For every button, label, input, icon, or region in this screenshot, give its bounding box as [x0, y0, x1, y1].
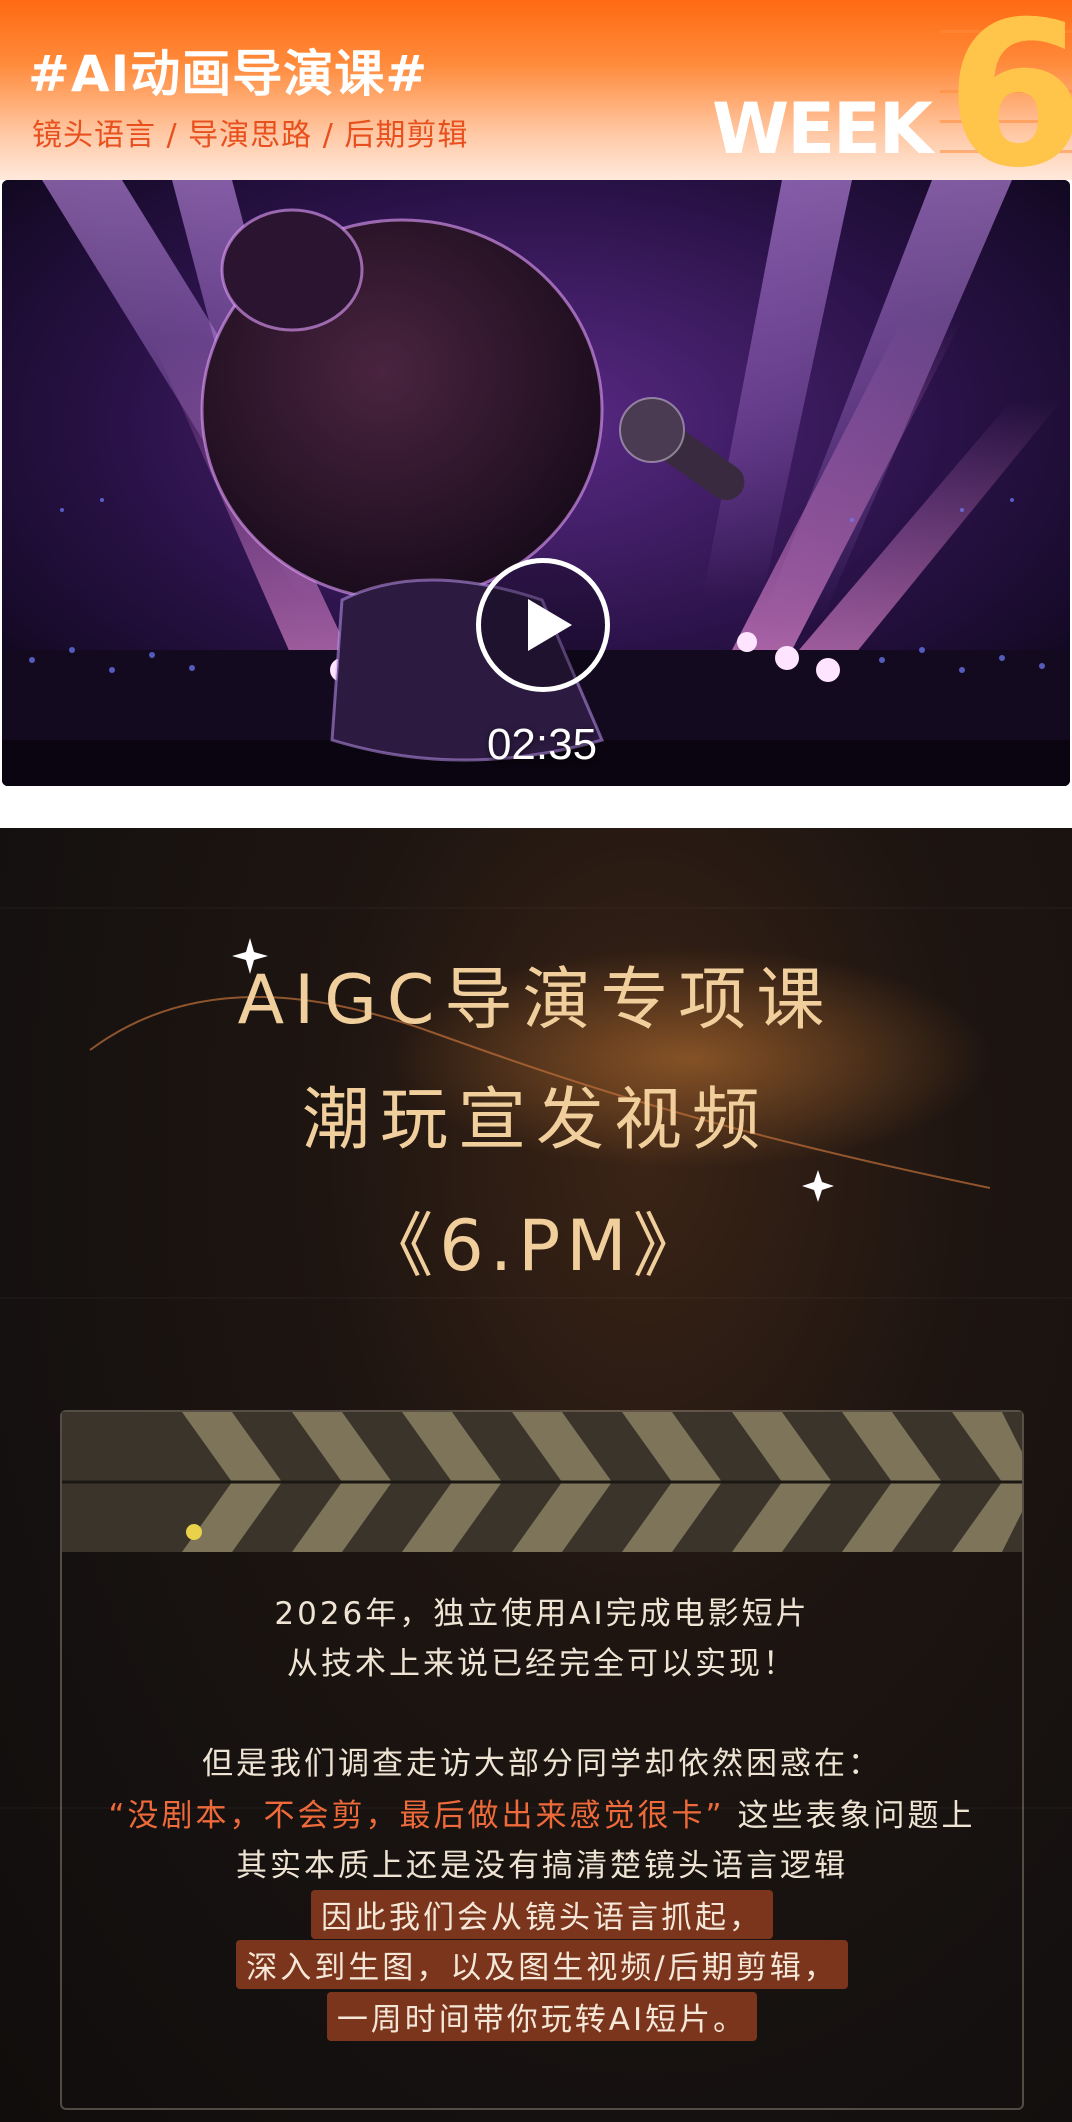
- poster-text-line: 2026年，独立使用AI完成电影短片: [274, 1596, 810, 1632]
- play-icon: [528, 599, 572, 651]
- banner-subtitle: 镜头语言 / 导演思路 / 后期剪辑: [32, 118, 469, 153]
- clapperboard-stripes: [62, 1412, 1022, 1552]
- indicator-dot: [186, 1524, 202, 1540]
- poster-text-line: 一周时间带你玩转AI短片。: [60, 1992, 1024, 2041]
- poster-text-line: 因此我们会从镜头语言抓起，: [60, 1890, 1024, 1939]
- video-duration: 02:35: [486, 720, 598, 769]
- poster-title-line-3: 《6.PM》: [363, 1205, 709, 1287]
- course-poster: AIGC导演专项课 潮玩宣发视频 《6.PM》 2026年，独立使用AI完成电影…: [0, 828, 1072, 2122]
- poster-text-line: 但是我们调查走访大部分同学却依然困惑在：: [202, 1746, 882, 1782]
- poster-title-line-1: AIGC导演专项课: [237, 961, 835, 1040]
- video-player[interactable]: 02:35: [2, 180, 1070, 786]
- course-banner: #AI动画导演课# 镜头语言 / 导演思路 / 后期剪辑 6 WEEK: [0, 0, 1072, 180]
- poster-text-line: 从技术上来说已经完全可以实现！: [287, 1646, 797, 1682]
- highlight-text: 深入到生图，以及图生视频/后期剪辑，: [236, 1940, 848, 1989]
- poster-text-line: 深入到生图，以及图生视频/后期剪辑，: [60, 1940, 1024, 1989]
- poster-text-line: “没剧本，不会剪，最后做出来感觉很卡” 这些表象问题上: [60, 1790, 1024, 1835]
- poster-text-line: 其实本质上还是没有搞清楚镜头语言逻辑: [236, 1848, 848, 1884]
- poster-title-line-2: 潮玩宣发视频: [301, 1081, 770, 1160]
- poster-quote-suffix: 这些表象问题上: [737, 1798, 976, 1834]
- week-label: WEEK: [712, 88, 933, 170]
- play-button[interactable]: [476, 558, 610, 692]
- highlight-text: 一周时间带你玩转AI短片。: [326, 1992, 758, 2041]
- poster-quote: “没剧本，不会剪，最后做出来感觉很卡”: [108, 1798, 725, 1834]
- video-thumbnail: [2, 180, 1070, 786]
- highlight-text: 因此我们会从镜头语言抓起，: [311, 1890, 773, 1939]
- banner-title: #AI动画导演课#: [28, 45, 429, 103]
- week-number: 6: [946, 0, 1072, 180]
